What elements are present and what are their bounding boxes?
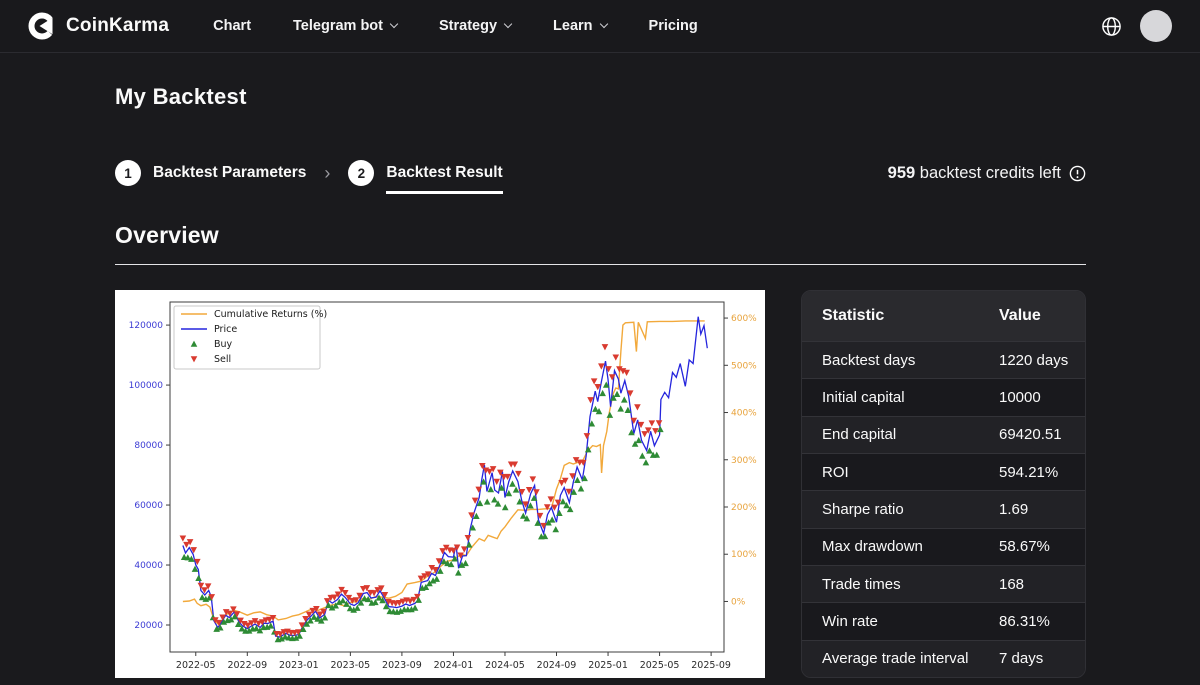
- section-title: Overview: [115, 222, 1086, 249]
- stat-label: ROI: [802, 464, 999, 481]
- svg-text:60000: 60000: [134, 501, 163, 511]
- svg-text:2023-09: 2023-09: [382, 660, 422, 671]
- svg-text:Buy: Buy: [214, 339, 233, 350]
- backtest-chart-card: 2022-05 2022-09 2023-01 2023-05 2023-09 2024-…: [115, 290, 765, 678]
- stat-label: Trade times: [802, 576, 999, 593]
- svg-text:40000: 40000: [134, 561, 163, 571]
- step-number: 1: [115, 160, 141, 186]
- svg-text:120000: 120000: [129, 321, 164, 331]
- backtest-credits: 959 backtest credits left: [888, 164, 1086, 183]
- stepper: 1 Backtest Parameters › 2Backtest Result: [115, 160, 503, 186]
- stat-value: 168: [999, 576, 1024, 593]
- svg-text:400%: 400%: [731, 409, 757, 419]
- nav-item-telegram-bot[interactable]: Telegram bot: [293, 18, 397, 34]
- credits-count: 959: [888, 164, 916, 182]
- nav-items: Chart Telegram bot Strategy Learn Pricing: [213, 18, 698, 34]
- svg-text:80000: 80000: [134, 441, 163, 451]
- stat-value: 594.21%: [999, 464, 1058, 481]
- svg-text:100000: 100000: [129, 381, 164, 391]
- stat-value: 58.67%: [999, 538, 1050, 555]
- svg-text:2025-09: 2025-09: [691, 660, 731, 671]
- brand-name: CoinKarma: [66, 15, 169, 37]
- table-row: ROI594.21%: [802, 453, 1085, 490]
- step-backtest-result[interactable]: 2Backtest Result: [348, 160, 502, 186]
- svg-text:2024-05: 2024-05: [485, 660, 525, 671]
- info-icon[interactable]: [1069, 165, 1086, 182]
- stat-label: End capital: [802, 426, 999, 443]
- svg-text:600%: 600%: [731, 314, 757, 324]
- stat-label: Initial capital: [802, 389, 999, 406]
- svg-text:Sell: Sell: [214, 354, 231, 365]
- svg-text:2023-05: 2023-05: [331, 660, 371, 671]
- column-header-value: Value: [999, 307, 1041, 325]
- svg-text:2025-01: 2025-01: [588, 660, 628, 671]
- credits-label: backtest credits left: [920, 164, 1061, 182]
- stat-label: Backtest days: [802, 352, 999, 369]
- backtest-chart: 2022-05 2022-09 2023-01 2023-05 2023-09 2024-…: [115, 290, 765, 678]
- brand[interactable]: CoinKarma: [28, 12, 169, 40]
- svg-text:200%: 200%: [731, 503, 757, 513]
- stat-value: 69420.51: [999, 426, 1062, 443]
- stat-value: 86.31%: [999, 613, 1050, 630]
- step-backtest-parameters[interactable]: 1 Backtest Parameters: [115, 160, 306, 186]
- section-divider: [115, 264, 1086, 265]
- nav-item-chart[interactable]: Chart: [213, 18, 251, 34]
- language-globe-button[interactable]: [1101, 16, 1122, 37]
- svg-text:2024-01: 2024-01: [434, 660, 474, 671]
- statistics-table-header: Statistic Value: [802, 291, 1085, 341]
- step-label: Backtest Parameters: [153, 164, 306, 182]
- svg-text:Price: Price: [214, 324, 237, 335]
- table-row: Max drawdown58.67%: [802, 528, 1085, 565]
- stat-value: 1.69: [999, 501, 1028, 518]
- svg-text:20000: 20000: [134, 621, 163, 631]
- svg-text:300%: 300%: [731, 456, 757, 466]
- table-row: Trade times168: [802, 565, 1085, 602]
- nav-item-learn[interactable]: Learn: [553, 18, 607, 34]
- column-header-statistic: Statistic: [802, 307, 999, 325]
- chevron-down-icon: [599, 20, 607, 28]
- stat-label: Average trade interval: [802, 650, 999, 667]
- svg-text:2023-01: 2023-01: [279, 660, 319, 671]
- svg-text:2024-09: 2024-09: [537, 660, 577, 671]
- step-separator-icon: ›: [324, 163, 330, 184]
- svg-text:0%: 0%: [731, 597, 746, 607]
- chevron-down-icon: [504, 20, 512, 28]
- table-row: Sharpe ratio1.69: [802, 490, 1085, 527]
- svg-text:2022-09: 2022-09: [227, 660, 267, 671]
- table-row: Average trade interval7 days: [802, 640, 1085, 677]
- stat-label: Win rate: [802, 613, 999, 630]
- stat-value: 7 days: [999, 650, 1043, 667]
- user-avatar[interactable]: [1140, 10, 1172, 42]
- svg-text:500%: 500%: [731, 361, 757, 371]
- globe-icon: [1101, 16, 1122, 37]
- table-row: Win rate86.31%: [802, 602, 1085, 639]
- nav-item-pricing[interactable]: Pricing: [649, 18, 698, 34]
- nav-item-strategy[interactable]: Strategy: [439, 18, 511, 34]
- stat-label: Sharpe ratio: [802, 501, 999, 518]
- stat-value: 10000: [999, 389, 1041, 406]
- stat-value: 1220 days: [999, 352, 1068, 369]
- page-title: My Backtest: [115, 84, 1086, 110]
- svg-text:2025-05: 2025-05: [640, 660, 680, 671]
- stat-label: Max drawdown: [802, 538, 999, 555]
- step-label: Backtest Result: [386, 164, 502, 194]
- svg-text:Cumulative Returns (%): Cumulative Returns (%): [214, 309, 327, 320]
- statistics-table: Statistic Value Backtest days1220 daysIn…: [801, 290, 1086, 678]
- table-row: Backtest days1220 days: [802, 341, 1085, 378]
- svg-text:2022-05: 2022-05: [176, 660, 216, 671]
- step-number: 2: [348, 160, 374, 186]
- table-row: Initial capital10000: [802, 378, 1085, 415]
- chevron-down-icon: [390, 20, 398, 28]
- statistics-table-body: Backtest days1220 daysInitial capital100…: [802, 341, 1085, 677]
- top-nav: CoinKarma Chart Telegram bot Strategy Learn…: [0, 0, 1200, 53]
- svg-text:100%: 100%: [731, 550, 757, 560]
- table-row: End capital69420.51: [802, 416, 1085, 453]
- coinkarma-logo-icon: [28, 12, 56, 40]
